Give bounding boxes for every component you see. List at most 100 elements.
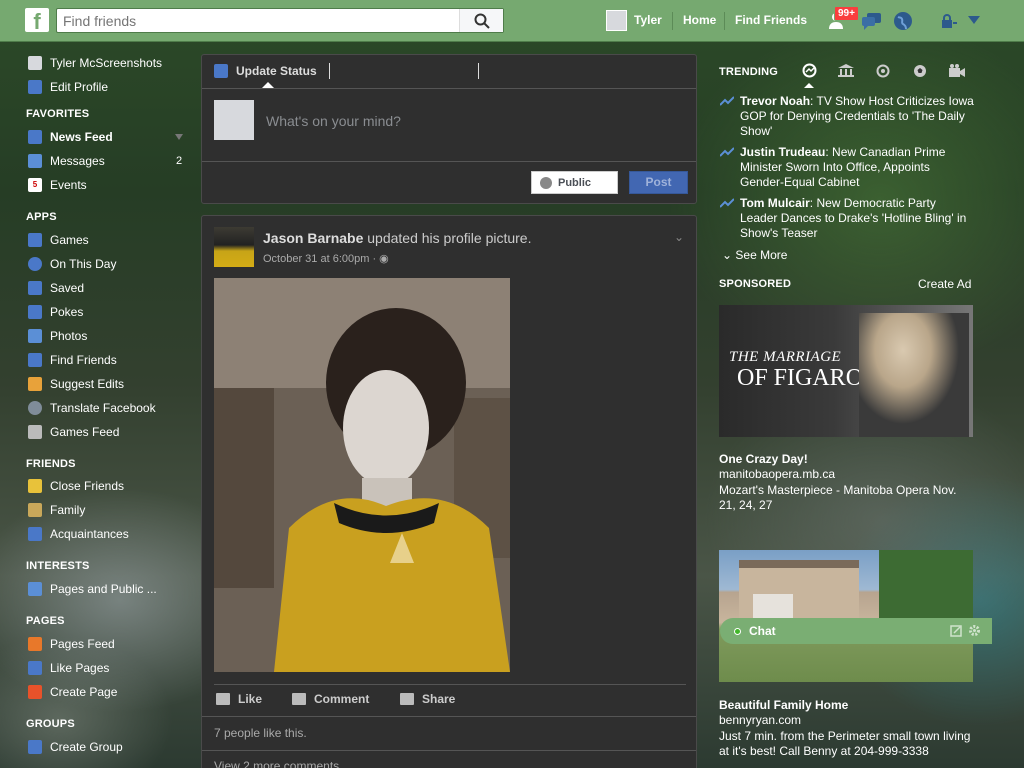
sidebar-item-photos[interactable]: Photos <box>28 326 87 346</box>
messages-icon[interactable] <box>861 12 883 30</box>
author-name[interactable]: Jason Barnabe <box>263 230 363 246</box>
search-button[interactable] <box>459 9 503 32</box>
sidebar-item-find-friends[interactable]: Find Friends <box>28 350 117 370</box>
trending-item[interactable]: Justin Trudeau: New Canadian Prime Minis… <box>720 145 975 190</box>
divider <box>202 161 696 162</box>
likes-summary[interactable]: 7 people like this. <box>214 726 307 740</box>
politics-icon[interactable] <box>838 64 854 77</box>
trending-item[interactable]: Trevor Noah: TV Show Host Criticizes Iow… <box>720 94 975 139</box>
sidebar-item-label: Pages Feed <box>50 637 115 651</box>
ad-image-house[interactable] <box>719 550 973 682</box>
news-feed-options-icon[interactable] <box>175 134 183 140</box>
story-header: Jason Barnabe updated his profile pictur… <box>263 230 531 246</box>
new-message-icon[interactable] <box>950 625 962 637</box>
status-input[interactable]: What's on your mind? <box>266 113 401 129</box>
user-avatar-icon <box>28 56 42 70</box>
sidebar-item-translate[interactable]: Translate Facebook <box>28 398 156 418</box>
ad-description: Just 7 min. from the Perimeter small tow… <box>719 729 971 758</box>
sidebar-item-games-feed[interactable]: Games Feed <box>28 422 119 442</box>
globe-icon <box>540 176 552 189</box>
groups-heading: GROUPS <box>26 718 75 730</box>
sidebar-item-close-friends[interactable]: Close Friends <box>28 476 124 496</box>
gear-icon[interactable] <box>968 624 981 637</box>
entertainment-icon[interactable] <box>949 64 965 78</box>
divider <box>202 750 696 751</box>
divider <box>724 12 725 30</box>
ad-title[interactable]: Beautiful Family Home <box>719 698 848 712</box>
edit-profile-label: Edit Profile <box>50 80 109 94</box>
sidebar-item-like-pages[interactable]: Like Pages <box>28 658 109 678</box>
translate-icon <box>28 401 42 415</box>
sidebar-item-pages-and-public[interactable]: Pages and Public ... <box>28 579 157 599</box>
comment-button[interactable]: Comment <box>292 692 369 706</box>
share-button[interactable]: Share <box>400 692 455 706</box>
sidebar-item-events[interactable]: 5 Events <box>28 175 87 195</box>
see-more-link[interactable]: ⌄ See More <box>722 248 787 262</box>
profile-picture-photo[interactable] <box>214 278 510 672</box>
sidebar-item-pokes[interactable]: Pokes <box>28 302 83 322</box>
sidebar-item-on-this-day[interactable]: On This Day <box>28 254 116 274</box>
ad-image-text: THE MARRIAGE <box>729 349 842 365</box>
view-more-comments-link[interactable]: View 2 more comments <box>214 759 339 768</box>
divider <box>214 684 686 685</box>
ad-title[interactable]: One Crazy Day! <box>719 452 808 466</box>
like-button[interactable]: Like <box>216 692 262 706</box>
sidebar-item-news-feed[interactable]: News Feed <box>28 127 113 147</box>
user-avatar[interactable] <box>606 10 627 31</box>
story-timestamp[interactable]: October 31 at 6:00pm · ◉ <box>263 252 389 265</box>
trending-name: Tom Mulcair <box>740 196 810 210</box>
pencil-icon <box>28 377 42 391</box>
sidebar-item-suggest-edits[interactable]: Suggest Edits <box>28 374 124 394</box>
find-friends-link[interactable]: Find Friends <box>735 13 807 27</box>
sidebar-item-messages[interactable]: Messages <box>28 151 105 171</box>
home-link[interactable]: Home <box>683 13 716 27</box>
poke-icon <box>28 305 42 319</box>
tab-update-status[interactable]: Update Status <box>214 64 317 78</box>
see-more-label: See More <box>735 248 788 262</box>
search-input[interactable] <box>57 9 457 32</box>
messages-count: 2 <box>176 155 183 167</box>
profile-link[interactable]: Tyler <box>634 13 662 27</box>
sidebar-item-saved[interactable]: Saved <box>28 278 84 298</box>
comment-icon <box>292 693 306 705</box>
account-menu-caret-icon[interactable] <box>968 16 980 24</box>
trees <box>879 550 973 628</box>
news-feed-icon <box>28 130 42 144</box>
sidebar-item-create-page[interactable]: Create Page <box>28 682 117 702</box>
post-button[interactable]: Post <box>629 171 688 194</box>
chevron-down-icon[interactable]: ⌄ <box>674 230 684 244</box>
share-icon <box>400 693 414 705</box>
games-icon <box>28 233 42 247</box>
tab-divider <box>478 63 479 79</box>
author-avatar[interactable] <box>214 227 254 267</box>
house-icon <box>28 503 42 517</box>
sidebar-item-label: Saved <box>50 281 85 295</box>
sidebar-item-label: Translate Facebook <box>50 401 156 415</box>
privacy-selector[interactable]: Public <box>531 171 618 194</box>
rss-list-icon <box>28 582 42 596</box>
sidebar-item-family[interactable]: Family <box>28 500 85 520</box>
share-label: Share <box>422 692 456 706</box>
sidebar-item-create-group[interactable]: Create Group <box>28 737 123 757</box>
timestamp-text: October 31 at 6:00pm · <box>263 253 380 265</box>
facebook-logo[interactable]: f <box>25 8 49 32</box>
sidebar-item-label: On This Day <box>50 257 117 271</box>
tab-divider <box>329 63 330 79</box>
trending-top-icon[interactable] <box>802 63 817 78</box>
trending-name: Trevor Noah <box>740 94 811 108</box>
trending-item[interactable]: Tom Mulcair: New Democratic Party Leader… <box>720 196 975 241</box>
edit-profile-link[interactable]: Edit Profile <box>28 77 108 97</box>
sidebar-item-acquaintances[interactable]: Acquaintances <box>28 524 129 544</box>
ad-image-opera[interactable]: THE MARRIAGE OF FIGARO <box>719 305 973 437</box>
science-icon[interactable] <box>876 64 890 78</box>
privacy-shortcuts-icon[interactable] <box>940 14 958 28</box>
create-ad-link[interactable]: Create Ad <box>918 277 971 291</box>
sidebar-item-label: Find Friends <box>50 353 117 367</box>
star-friends-icon <box>28 479 42 493</box>
sidebar-item-label: Acquaintances <box>50 527 129 541</box>
globe-notifications-icon[interactable] <box>893 11 913 31</box>
profile-link[interactable]: Tyler McScreenshots <box>28 53 162 73</box>
sports-icon[interactable] <box>913 64 927 78</box>
sidebar-item-games[interactable]: Games <box>28 230 89 250</box>
sidebar-item-pages-feed[interactable]: Pages Feed <box>28 634 115 654</box>
